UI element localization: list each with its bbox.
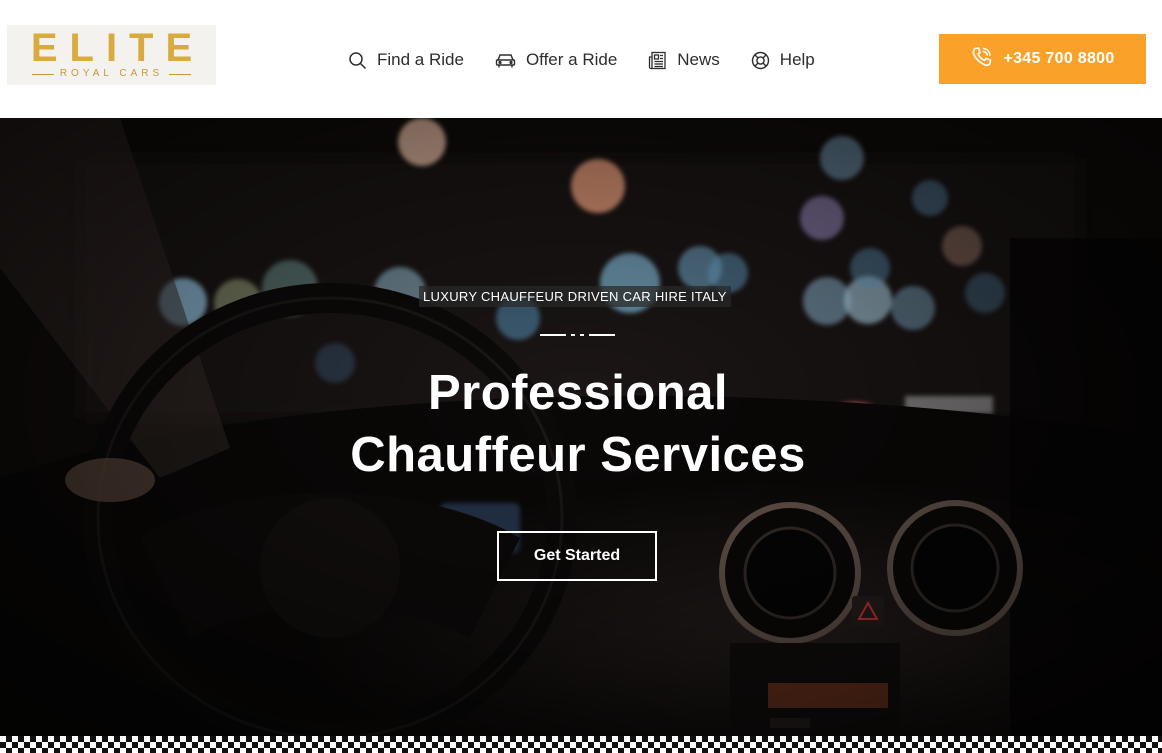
lifebuoy-icon — [751, 51, 770, 70]
headline-line-2: Chauffeur Services — [350, 428, 806, 482]
car-icon — [495, 52, 516, 69]
divider-segment — [589, 333, 615, 336]
nav-item-news[interactable]: News — [648, 50, 720, 70]
logo-rule-right — [169, 73, 192, 75]
phone-icon — [970, 45, 994, 74]
phone-number: +345 700 8800 — [1003, 50, 1115, 67]
headline-line-1: Professional — [427, 366, 729, 420]
nav-label: Offer a Ride — [525, 50, 618, 69]
hero-content: LUXURY CHAUFFEUR DRIVEN CAR HIRE ITALY P… — [0, 118, 1162, 736]
nav-label: Help — [779, 50, 815, 69]
search-icon — [348, 51, 367, 70]
hero-section: LUXURY CHAUFFEUR DRIVEN CAR HIRE ITALY P… — [0, 118, 1162, 736]
logo-tagline: ROYAL CARS — [31, 68, 192, 80]
logo-wordmark: ELITE — [30, 26, 205, 70]
logo[interactable]: ELITE ROYAL CARS — [7, 25, 216, 85]
logo-rule-left — [31, 73, 54, 75]
nav-item-help[interactable]: Help — [751, 50, 815, 70]
checkered-divider — [0, 736, 1162, 753]
divider-segment — [580, 333, 584, 336]
nav-label: Find a Ride — [377, 50, 464, 69]
site-header: ELITE ROYAL CARS Find a Ride Offer a Rid… — [0, 0, 1162, 118]
newspaper-icon — [648, 51, 667, 70]
hero-kicker: LUXURY CHAUFFEUR DRIVEN CAR HIRE ITALY — [419, 286, 731, 307]
hero-divider — [540, 333, 616, 336]
hero-headline: Professional Chauffeur Services — [300, 362, 856, 486]
logo-tagline-text: ROYAL CARS — [59, 68, 164, 79]
divider-segment — [571, 333, 575, 336]
main-nav: Find a Ride Offer a Ride News Help — [348, 45, 815, 75]
phone-call-button[interactable]: +345 700 8800 — [939, 34, 1146, 84]
get-started-button[interactable]: Get Started — [497, 531, 657, 581]
nav-label: News — [677, 50, 720, 69]
divider-segment — [540, 333, 566, 336]
nav-item-offer-a-ride[interactable]: Offer a Ride — [495, 50, 617, 70]
nav-item-find-a-ride[interactable]: Find a Ride — [348, 50, 464, 70]
